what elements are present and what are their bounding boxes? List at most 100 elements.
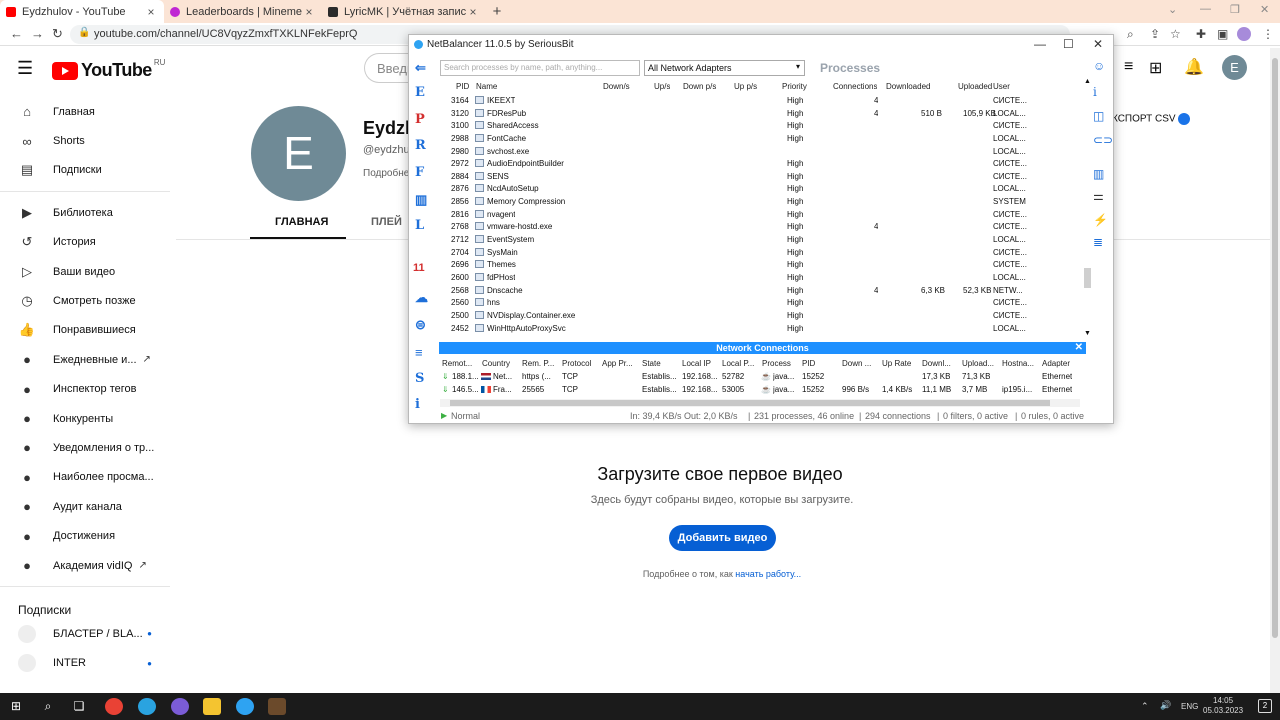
bar-chart-icon[interactable]: ▥: [1093, 167, 1104, 181]
sliders-icon[interactable]: ⚌: [1093, 189, 1104, 203]
close-tab-icon[interactable]: ×: [302, 5, 316, 19]
sidebar-item-vidiq-daily[interactable]: ● Ежедневные и... ↗: [0, 345, 170, 374]
pill-icon[interactable]: ⊂⊃: [1093, 133, 1113, 147]
close-tab-icon[interactable]: ×: [144, 5, 158, 19]
column-header[interactable]: User: [993, 82, 1010, 91]
column-header[interactable]: Rem. P...: [522, 359, 554, 368]
new-tab-icon[interactable]: +: [486, 3, 508, 20]
process-row[interactable]: 2568 Dnscache High 4 6,3 KB 52,3 KB NETW...: [440, 284, 1083, 297]
close-window-icon[interactable]: ✕: [1093, 37, 1103, 51]
windows-start-icon[interactable]: ⊞: [7, 698, 25, 715]
search-icon[interactable]: ⌕: [39, 698, 57, 715]
process-row[interactable]: 2452 WinHttpAutoProxySvc High LOCAL...: [440, 322, 1083, 335]
column-header[interactable]: Uploaded: [958, 82, 992, 91]
toolbar-s-icon[interactable]: S: [415, 371, 424, 386]
tray-chevron-icon[interactable]: ⌃: [1141, 701, 1149, 712]
subscription-item[interactable]: БЛАСТЕР / BLA... ●: [0, 619, 170, 648]
process-row[interactable]: 2704 SysMain High СИСТЕ...: [440, 246, 1083, 259]
sidebar-item-shorts[interactable]: ∞ Shorts: [0, 126, 170, 155]
zoom-icon[interactable]: ⌕: [1127, 27, 1134, 42]
keyboard-language[interactable]: ENG: [1181, 702, 1198, 711]
column-header[interactable]: Country: [482, 359, 510, 368]
sidebar-item-vidiq-trends[interactable]: ● Уведомления о тр...: [0, 433, 170, 462]
sidebar-item-vidiq-audit[interactable]: ● Аудит канала: [0, 492, 170, 521]
smiley-icon[interactable]: ☺: [1093, 59, 1105, 73]
sidebar-item-vidiq-achievements[interactable]: ● Достижения: [0, 521, 170, 550]
collapse-arrow-icon[interactable]: ⇐: [415, 60, 426, 76]
browser-tab[interactable]: Leaderboards | Minemen Club ×: [164, 0, 322, 23]
process-search-input[interactable]: Search processes by name, path, anything…: [440, 60, 640, 76]
scrollbar-thumb[interactable]: [450, 400, 1050, 406]
task-view-icon[interactable]: ❏: [70, 698, 88, 715]
apps-menu-icon[interactable]: ≡: [1124, 58, 1133, 76]
toolbar-p-icon[interactable]: P: [415, 112, 425, 127]
get-started-link[interactable]: начать работу...: [735, 569, 801, 579]
connections-hscrollbar[interactable]: [440, 399, 1080, 407]
export-csv-button[interactable]: КСПОРТ CSV: [1112, 113, 1191, 125]
toggle-icon[interactable]: ⊜: [415, 317, 426, 333]
minimize-icon[interactable]: —: [1200, 3, 1211, 15]
process-row[interactable]: 3100 SharedAccess High СИСТЕ...: [440, 119, 1083, 132]
file-explorer-icon[interactable]: [203, 698, 221, 715]
scrollbar-thumb[interactable]: [1272, 58, 1278, 638]
sidebar-item-watch-later[interactable]: ◷ Смотреть позже: [0, 286, 170, 315]
bookmark-star-icon[interactable]: ☆: [1170, 27, 1181, 41]
sidebar-item-subscriptions[interactable]: ▤ Подписки: [0, 156, 170, 185]
minimize-icon[interactable]: —: [1034, 37, 1046, 51]
adapter-select[interactable]: All Network Adapters ▾: [644, 60, 805, 76]
volume-icon[interactable]: 🔊: [1160, 700, 1171, 711]
lines-icon[interactable]: ≣: [1093, 235, 1103, 249]
process-row[interactable]: 2600 fdPHost High LOCAL...: [440, 271, 1083, 284]
column-header[interactable]: App Pr...: [602, 359, 633, 368]
browser-tab[interactable]: LyricMK | Учётная запись Mine ×: [322, 0, 486, 23]
column-header[interactable]: Process: [762, 359, 791, 368]
toolbar-11-icon[interactable]: 11: [413, 262, 425, 274]
cloud-icon[interactable]: ☁: [415, 290, 428, 306]
subscription-item[interactable]: INTER ●: [0, 649, 170, 678]
forward-icon[interactable]: →: [31, 26, 44, 41]
process-row[interactable]: 2884 SENS High СИСТЕ...: [440, 170, 1083, 183]
notifications-icon[interactable]: 2: [1258, 699, 1272, 713]
discord-icon[interactable]: [171, 698, 189, 715]
process-row[interactable]: 2988 FontCache High LOCAL...: [440, 132, 1083, 145]
process-row[interactable]: 2768 vmware-hostd.exe High 4 СИСТЕ...: [440, 220, 1083, 233]
sidebar-item-home[interactable]: ⌂ Главная: [0, 97, 170, 126]
scroll-down-icon[interactable]: ▼: [1084, 330, 1091, 337]
sidebar-item-history[interactable]: ↺ История: [0, 228, 170, 257]
scrollbar-thumb[interactable]: [1084, 268, 1091, 288]
process-row[interactable]: 2560 hns High СИСТЕ...: [440, 296, 1083, 309]
column-header[interactable]: Local P...: [722, 359, 754, 368]
sidebar-item-liked[interactable]: 👍 Понравившиеся: [0, 316, 170, 345]
profile-icon[interactable]: [1237, 27, 1251, 41]
process-row[interactable]: 2972 AudioEndpointBuilder High СИСТЕ...: [440, 157, 1083, 170]
chrome-icon[interactable]: [105, 698, 123, 715]
sidebar-item-vidiq-academy[interactable]: ● Академия vidIQ ↗: [0, 551, 170, 580]
tab-playlists[interactable]: ПЛЕЙ: [371, 216, 402, 228]
tab-search-icon[interactable]: ⌄: [1168, 3, 1177, 16]
list-lines-icon[interactable]: ≡: [415, 345, 423, 360]
menu-dots-icon[interactable]: ⋮: [1262, 27, 1274, 41]
page-scrollbar[interactable]: [1270, 48, 1280, 693]
lightning-icon[interactable]: ⚡: [1093, 213, 1108, 227]
extensions-icon[interactable]: ✚: [1196, 27, 1206, 41]
youtube-logo[interactable]: YouTube RU: [52, 58, 165, 81]
side-panel-icon[interactable]: ▣: [1217, 27, 1228, 41]
column-header[interactable]: Downl...: [922, 359, 951, 368]
column-header[interactable]: Connections: [833, 82, 877, 91]
channel-more-link[interactable]: Подробне: [363, 168, 409, 179]
toolbar-r-icon[interactable]: R: [415, 138, 426, 153]
sidebar-item-library[interactable]: ▶ Библиотека: [0, 198, 170, 227]
column-header[interactable]: Up Rate: [882, 359, 911, 368]
create-video-icon[interactable]: ⊞: [1149, 58, 1162, 78]
process-row[interactable]: 2500 NVDisplay.Container.exe High СИСТЕ...: [440, 309, 1083, 322]
connection-row[interactable]: ⇓ ☕ 146.5... Fra... 25565 TCP Establis... 192.1…: [440, 383, 1083, 396]
close-window-icon[interactable]: ✕: [1260, 3, 1269, 16]
sidebar-item-vidiq-competitors[interactable]: ● Конкуренты: [0, 404, 170, 433]
chart-bars-icon[interactable]: ▥: [415, 192, 427, 208]
notifications-bell-icon[interactable]: 🔔: [1184, 57, 1204, 77]
toolbar-f-icon[interactable]: F: [415, 165, 424, 180]
column-header[interactable]: Down ...: [842, 359, 871, 368]
clock[interactable]: 14:05 05.03.2023: [1203, 696, 1243, 716]
column-header[interactable]: Downloaded: [886, 82, 930, 91]
split-icon[interactable]: ◫: [1093, 109, 1104, 123]
